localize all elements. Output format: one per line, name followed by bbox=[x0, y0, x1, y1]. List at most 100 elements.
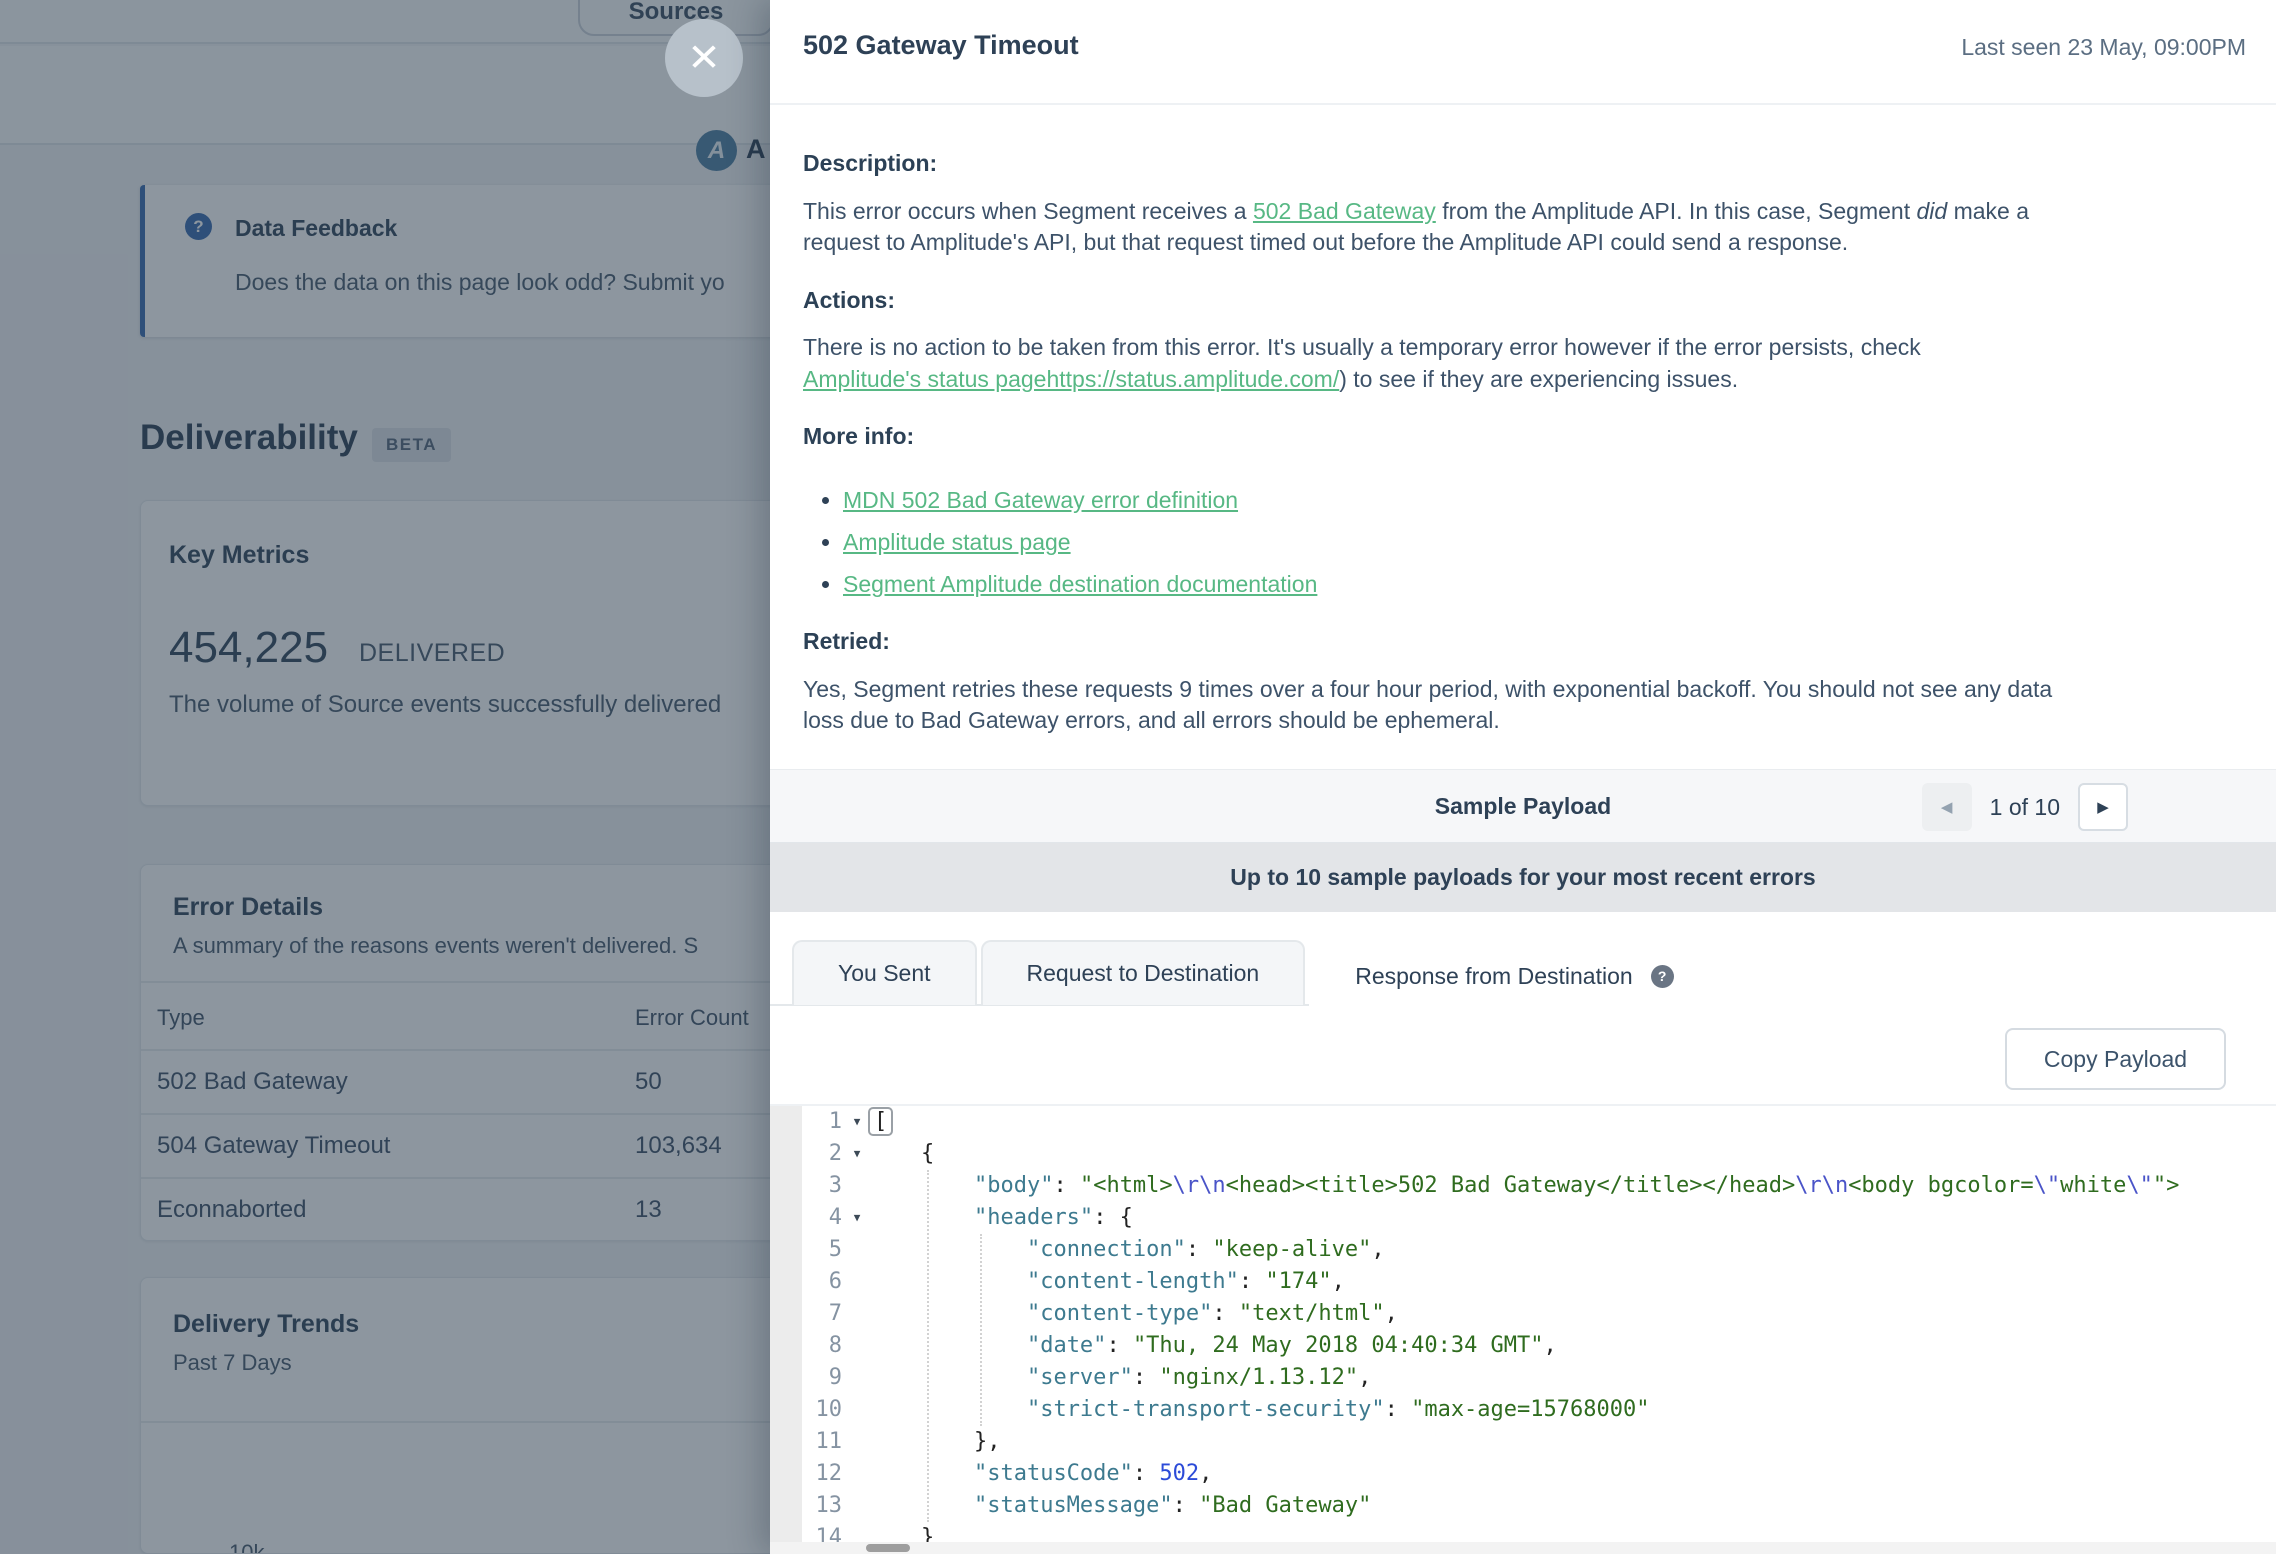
more-info-link[interactable]: Segment Amplitude destination documentat… bbox=[843, 571, 1317, 597]
more-info-link[interactable]: Amplitude status page bbox=[843, 529, 1071, 555]
error-description-body: Description: This error occurs when Segm… bbox=[803, 148, 2263, 737]
indent-guide bbox=[980, 1234, 982, 1426]
chevron-right-icon: ▶ bbox=[2097, 798, 2109, 816]
line-number: 1 bbox=[770, 1106, 846, 1138]
fold-spacer bbox=[846, 1234, 868, 1266]
code-token-key: "content-type" bbox=[1027, 1301, 1212, 1326]
line-number: 11 bbox=[770, 1426, 846, 1458]
code-text: "content-length": "174", bbox=[868, 1266, 1345, 1298]
fold-spacer bbox=[846, 1298, 868, 1330]
code-text: "strict-transport-security": "max-age=15… bbox=[868, 1394, 1650, 1426]
description-paragraph: This error occurs when Segment receives … bbox=[803, 196, 2263, 259]
fold-toggle-icon[interactable]: ▼ bbox=[846, 1202, 868, 1234]
inline-link[interactable]: 502 Bad Gateway bbox=[1253, 198, 1436, 224]
code-text: "connection": "keep-alive", bbox=[868, 1234, 1385, 1266]
code-line: 13 "statusMessage": "Bad Gateway" bbox=[770, 1490, 2276, 1522]
code-token-str: "nginx/1.13.12" bbox=[1159, 1365, 1358, 1390]
pager-prev-button[interactable]: ◀ bbox=[1922, 783, 1972, 831]
code-token-key: "date" bbox=[1027, 1333, 1106, 1358]
code-text: "statusCode": 502, bbox=[868, 1458, 1212, 1490]
code-token-str: <head><title>502 Bad Gateway</title></he… bbox=[1226, 1173, 1796, 1198]
code-token-punct: , bbox=[1544, 1333, 1557, 1358]
code-token-sel: [ bbox=[868, 1107, 893, 1136]
code-token-str: "max-age=15768000" bbox=[1411, 1397, 1649, 1422]
code-token-punct: , bbox=[1385, 1301, 1398, 1326]
payload-pager: ◀ 1 of 10 ▶ bbox=[1922, 783, 2128, 831]
code-token-punct: : bbox=[1106, 1333, 1133, 1358]
code-token-str: "text/html" bbox=[1239, 1301, 1385, 1326]
paragraph-text: request to Amplitude's API, but that req… bbox=[803, 229, 1848, 255]
fold-toggle-icon[interactable]: ▼ bbox=[846, 1138, 868, 1170]
code-token-key: "strict-transport-security" bbox=[1027, 1397, 1385, 1422]
code-token-punct bbox=[868, 1173, 974, 1198]
code-line: 3 "body": "<html>\r\n<head><title>502 Ba… bbox=[770, 1170, 2276, 1202]
code-line: 4▼ "headers": { bbox=[770, 1202, 2276, 1234]
tab-request-to-destination[interactable]: Request to Destination bbox=[981, 940, 1306, 1005]
tab-you-sent[interactable]: You Sent bbox=[792, 940, 977, 1005]
actions-paragraph: There is no action to be taken from this… bbox=[803, 332, 2263, 395]
code-token-punct bbox=[868, 1397, 1027, 1422]
code-text: "headers": { bbox=[868, 1202, 1133, 1234]
code-token-punct: , bbox=[1332, 1269, 1345, 1294]
code-token-punct: }, bbox=[868, 1429, 1000, 1454]
paragraph-text: ) to see if they are experiencing issues… bbox=[1339, 366, 1738, 392]
paragraph-text: There is no action to be taken from this… bbox=[803, 334, 1921, 360]
code-token-str: "Thu, 24 May 2018 04:40:34 GMT" bbox=[1133, 1333, 1544, 1358]
help-icon[interactable]: ? bbox=[1651, 965, 1674, 988]
paragraph-text: make a bbox=[1947, 198, 2029, 224]
fold-toggle-icon[interactable]: ▼ bbox=[846, 1106, 868, 1138]
last-seen-timestamp: Last seen 23 May, 09:00PM bbox=[1961, 34, 2246, 61]
payload-tabs: You SentRequest to DestinationResponse f… bbox=[792, 940, 1724, 1005]
fold-spacer bbox=[846, 1490, 868, 1522]
modal-scrim[interactable] bbox=[0, 0, 770, 1554]
code-line: 2▼ { bbox=[770, 1138, 2276, 1170]
code-token-punct: : bbox=[1133, 1365, 1160, 1390]
close-button[interactable]: ✕ bbox=[665, 19, 743, 97]
code-token-esc: \" bbox=[2034, 1173, 2061, 1198]
retried-paragraph: Yes, Segment retries these requests 9 ti… bbox=[803, 674, 2263, 737]
code-token-str: "174" bbox=[1265, 1269, 1331, 1294]
line-number: 7 bbox=[770, 1298, 846, 1330]
fold-spacer bbox=[846, 1266, 868, 1298]
list-item: Segment Amplitude destination documentat… bbox=[843, 569, 2263, 601]
code-token-key: "content-length" bbox=[1027, 1269, 1239, 1294]
line-number: 4 bbox=[770, 1202, 846, 1234]
code-line: 6 "content-length": "174", bbox=[770, 1266, 2276, 1298]
code-line: 1▼[ bbox=[770, 1106, 2276, 1138]
code-token-key: "headers" bbox=[974, 1205, 1093, 1230]
code-token-punct: , bbox=[1199, 1461, 1212, 1486]
line-number: 8 bbox=[770, 1330, 846, 1362]
code-text: }, bbox=[868, 1426, 1000, 1458]
code-token-str: white bbox=[2060, 1173, 2126, 1198]
code-token-str: "<html> bbox=[1080, 1173, 1173, 1198]
tab-response-from-destination[interactable]: Response from Destination? bbox=[1309, 940, 1719, 1010]
paragraph-text: This error occurs when Segment receives … bbox=[803, 198, 1253, 224]
code-token-punct: : bbox=[1133, 1461, 1160, 1486]
code-line: 10 "strict-transport-security": "max-age… bbox=[770, 1394, 2276, 1426]
more-info-link[interactable]: MDN 502 Bad Gateway error definition bbox=[843, 487, 1238, 513]
close-icon: ✕ bbox=[687, 39, 721, 77]
code-token-punct: { bbox=[868, 1141, 934, 1166]
chevron-left-icon: ◀ bbox=[1941, 798, 1953, 816]
json-code-viewer: 1▼[2▼ {3 "body": "<html>\r\n<head><title… bbox=[770, 1106, 2276, 1554]
code-token-punct: : bbox=[1186, 1237, 1213, 1262]
code-line: 7 "content-type": "text/html", bbox=[770, 1298, 2276, 1330]
fold-spacer bbox=[846, 1426, 868, 1458]
fold-spacer bbox=[846, 1362, 868, 1394]
scrollbar-thumb[interactable] bbox=[866, 1544, 910, 1552]
code-text: "server": "nginx/1.13.12", bbox=[868, 1362, 1371, 1394]
copy-payload-button[interactable]: Copy Payload bbox=[2005, 1028, 2226, 1090]
code-token-punct: : bbox=[1385, 1397, 1412, 1422]
fold-spacer bbox=[846, 1330, 868, 1362]
code-token-str: "keep-alive" bbox=[1212, 1237, 1371, 1262]
description-label: Description: bbox=[803, 148, 2263, 180]
horizontal-scrollbar[interactable] bbox=[770, 1542, 2276, 1554]
code-token-punct: : { bbox=[1093, 1205, 1133, 1230]
code-token-punct: : bbox=[1212, 1301, 1239, 1326]
code-token-punct: , bbox=[1358, 1365, 1371, 1390]
code-token-str: "Bad Gateway" bbox=[1199, 1493, 1371, 1518]
pager-next-button[interactable]: ▶ bbox=[2078, 783, 2128, 831]
code-token-esc: \r\n bbox=[1795, 1173, 1848, 1198]
inline-link[interactable]: Amplitude's status pagehttps://status.am… bbox=[803, 366, 1339, 392]
code-token-punct bbox=[868, 1205, 974, 1230]
